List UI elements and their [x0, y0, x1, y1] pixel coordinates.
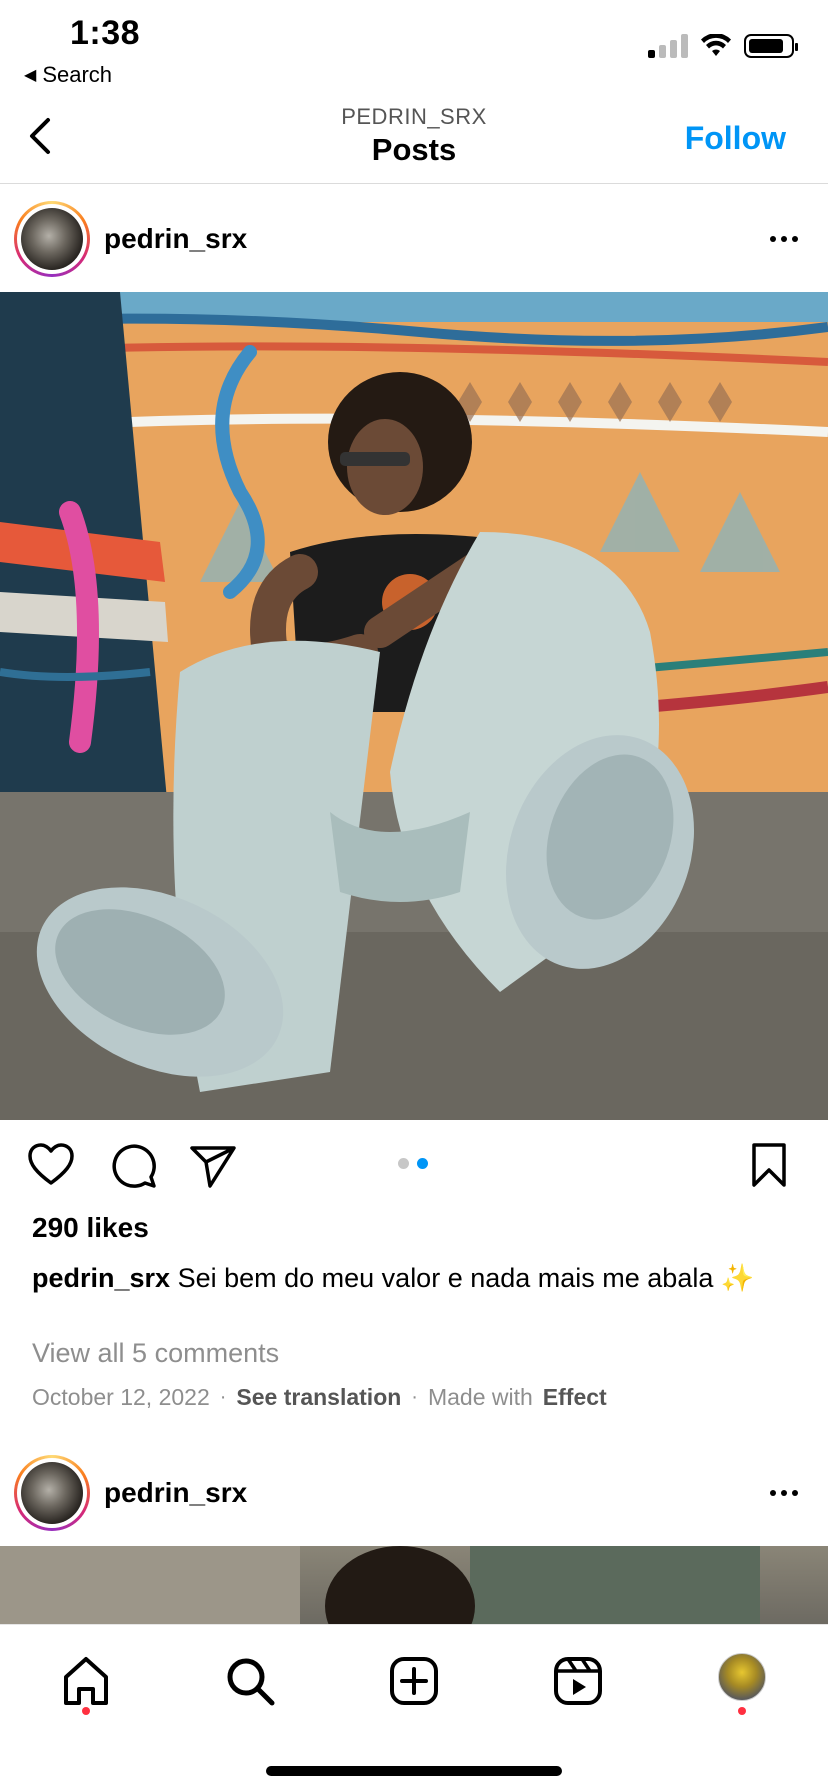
post-photo-illustration [0, 1546, 760, 1624]
avatar[interactable] [14, 201, 90, 277]
post-username[interactable]: pedrin_srx [104, 1477, 247, 1509]
post-header: pedrin_srx [0, 1440, 828, 1546]
battery-icon [744, 34, 798, 58]
bookmark-icon[interactable] [744, 1140, 794, 1190]
home-indicator [266, 1766, 562, 1776]
post-image[interactable] [0, 292, 828, 1120]
more-horizontal-icon[interactable] [770, 1490, 798, 1496]
more-horizontal-icon[interactable] [770, 236, 798, 242]
likes-count[interactable]: 290 likes [32, 1212, 149, 1244]
notification-dot [82, 1707, 90, 1715]
effect-link[interactable]: Effect [543, 1384, 607, 1411]
heart-icon[interactable] [26, 1140, 76, 1190]
post-header: pedrin_srx [0, 186, 828, 292]
carousel-dot [398, 1158, 409, 1169]
battery-level [749, 39, 783, 53]
post-meta: October 12, 2022 · See translation · Mad… [32, 1384, 607, 1411]
caption-text: Sei bem do meu valor e nada mais me abal… [170, 1263, 755, 1293]
see-translation-link[interactable]: See translation [236, 1384, 401, 1411]
post-image[interactable] [0, 1546, 828, 1624]
post-date: October 12, 2022 [32, 1384, 210, 1410]
made-with-label: Made with [427, 1384, 533, 1410]
post-photo-illustration [0, 292, 828, 1120]
carousel-indicator [398, 1158, 428, 1169]
wifi-icon [701, 34, 731, 56]
comment-icon[interactable] [108, 1140, 158, 1190]
post-caption: pedrin_srx Sei bem do meu valor e nada m… [32, 1260, 792, 1296]
profile-avatar[interactable] [718, 1653, 766, 1701]
back-triangle-icon: ◀ [24, 67, 37, 84]
caption-username[interactable]: pedrin_srx [32, 1263, 170, 1293]
create-icon[interactable] [386, 1653, 442, 1709]
notification-dot [738, 1707, 746, 1715]
reels-icon[interactable] [550, 1653, 606, 1709]
carousel-dot [417, 1158, 428, 1169]
status-icons [648, 34, 798, 58]
nav-header: PEDRIN_SRX Posts Follow [0, 96, 828, 184]
avatar[interactable] [14, 1455, 90, 1531]
send-icon[interactable] [188, 1140, 238, 1190]
separator-dot: · [411, 1386, 418, 1408]
view-comments-link[interactable]: View all 5 comments [32, 1338, 279, 1369]
follow-button[interactable]: Follow [685, 120, 786, 157]
post-actions [0, 1130, 828, 1200]
search-icon[interactable] [222, 1653, 278, 1709]
post-username[interactable]: pedrin_srx [104, 223, 247, 255]
home-icon[interactable] [58, 1653, 114, 1709]
cellular-signal-icon [648, 34, 688, 58]
status-time: 1:38 [70, 14, 141, 52]
separator-dot: · [219, 1386, 227, 1408]
back-to-search-link[interactable]: ◀ Search [24, 62, 112, 88]
back-to-search-label: Search [42, 62, 113, 87]
status-bar: 1:38 ◀ Search [0, 0, 828, 96]
